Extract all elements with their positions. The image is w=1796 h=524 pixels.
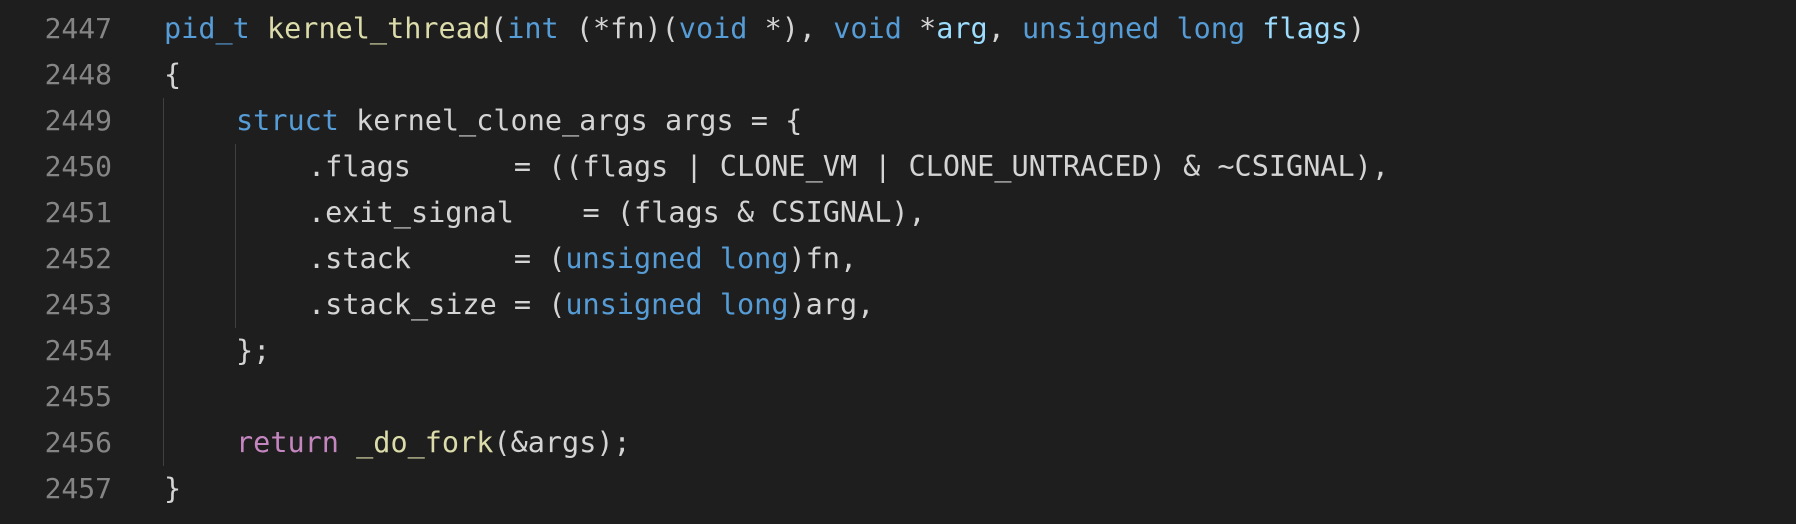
code-line[interactable]: 2447 pid_t kernel_thread(int (*fn)(void *… [0,6,1796,52]
code-token: .exit_signal = (flags & CSIGNAL), [308,196,926,229]
line-number: 2456 [44,426,112,459]
code-token: unsigned [565,288,703,321]
code-token: arg [936,12,988,45]
code-line[interactable]: 2451 .exit_signal = (flags & CSIGNAL), [0,190,1796,236]
code-token: }; [236,334,271,367]
code-token: long [719,242,789,275]
code-text: return _do_fork(&args); [236,420,631,466]
line-number: 2448 [44,58,112,91]
code-token: ) [1348,12,1366,45]
code-token: *), [747,12,834,45]
code-token: unsigned [1022,12,1160,45]
code-token: (*fn)( [558,12,679,45]
code-text: .flags = ((flags | CLONE_VM | CLONE_UNTR… [308,144,1389,190]
code-token: struct [236,104,339,137]
code-token: ( [490,12,508,45]
line-number: 2455 [44,380,112,413]
code-line[interactable]: 2457} [0,466,1796,512]
line-number: 2450 [44,150,112,183]
code-token: { [164,58,182,91]
code-token: int [507,12,559,45]
code-token: } [164,472,182,505]
code-token: unsigned [565,242,703,275]
line-number: 2457 [44,472,112,505]
code-line[interactable]: 2448 { [0,52,1796,98]
code-text: .stack_size = (unsigned long)arg, [308,282,874,328]
line-number: 2453 [44,288,112,321]
code-line[interactable]: 2454}; [0,328,1796,374]
code-text: } [164,466,181,512]
code-token: )fn, [788,242,858,275]
code-token: )arg, [788,288,875,321]
indent-guide [235,144,236,328]
line-number: 2447 [44,12,112,45]
code-token: kernel_thread [266,12,491,45]
code-token: void [833,12,902,45]
code-token: return [236,426,339,459]
code-editor[interactable]: 2447 pid_t kernel_thread(int (*fn)(void *… [0,0,1796,524]
code-token: kernel_clone_args args = { [338,104,803,137]
code-token: .stack_size = ( [308,288,566,321]
code-text: { [164,52,181,98]
code-token: long [719,288,789,321]
code-token: flags [1262,12,1349,45]
code-token: long [1176,12,1246,45]
code-line[interactable]: 2455 [0,374,1796,420]
code-line[interactable]: 2456 return _do_fork(&args); [0,420,1796,466]
code-token: void [678,12,748,45]
line-number: 2454 [44,334,112,367]
line-number: 2452 [44,242,112,275]
code-line[interactable]: 2450 .flags = ((flags | CLONE_VM | CLONE_… [0,144,1796,190]
code-token: pid_t [164,12,250,45]
code-text: .exit_signal = (flags & CSIGNAL), [308,190,926,236]
code-token: _do_fork [356,426,494,459]
code-text: .stack = (unsigned long)fn, [308,236,857,282]
line-number: 2451 [44,196,112,229]
code-line[interactable]: 2449 struct kernel_clone_args args = { [0,98,1796,144]
code-token: (&args); [493,426,631,459]
line-number: 2449 [44,104,112,137]
code-line[interactable]: 2452 .stack = (unsigned long)fn, [0,236,1796,282]
code-text: }; [236,328,270,374]
code-token: , [987,12,1023,45]
code-text: struct kernel_clone_args args = { [236,98,802,144]
code-line[interactable]: 2453 .stack_size = (unsigned long)arg, [0,282,1796,328]
code-token: * [901,12,937,45]
indent-guide [163,98,164,466]
code-token: .flags = ((flags | CLONE_VM | CLONE_UNTR… [308,150,1389,183]
code-token: .stack = ( [308,242,566,275]
code-text: pid_t kernel_thread(int (*fn)(void *), v… [164,6,1365,52]
